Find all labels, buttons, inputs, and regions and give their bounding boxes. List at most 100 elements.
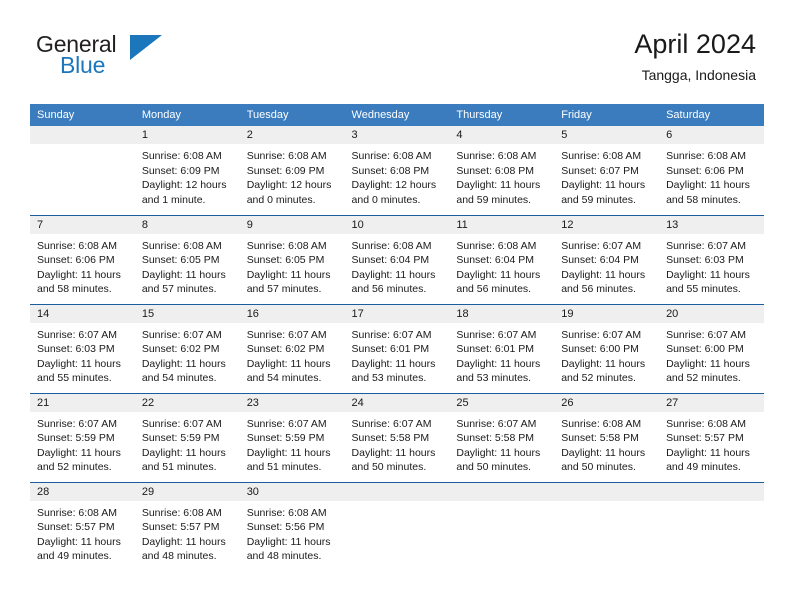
sunrise-text: Sunrise: 6:08 AM [561, 150, 642, 162]
day-details: Sunrise: 6:08 AM Sunset: 6:08 PM Daylight:… [449, 144, 554, 207]
daylight-text-line1: Daylight: 11 hours [246, 357, 331, 370]
weekday-header-wednesday: Wednesday [344, 104, 450, 126]
title-block: April 2024 Tangga, Indonesia [634, 28, 756, 85]
day-number: 19 [554, 304, 660, 323]
day-number: 6 [659, 126, 764, 144]
day-cell-inner: 17 Sunrise: 6:07 AM Sunset: 6:01 PM Dayligh… [344, 304, 450, 393]
calendar-day-cell[interactable]: 7 Sunrise: 6:08 AM Sunset: 6:06 PM Daylight… [30, 214, 135, 304]
calendar-day-cell[interactable]: 2 Sunrise: 6:08 AM Sunset: 6:09 PM Daylight… [239, 126, 345, 215]
calendar-day-cell[interactable]: 30 Sunrise: 6:08 AM Sunset: 5:56 PM Dayligh… [239, 481, 345, 571]
calendar-day-cell[interactable]: 24 Sunrise: 6:07 AM Sunset: 5:58 PM Dayligh… [344, 392, 450, 482]
day-cell-inner [659, 482, 764, 572]
day-cell-inner: 1 Sunrise: 6:08 AM Sunset: 6:09 PM Daylight… [134, 126, 240, 215]
sunrise-text: Sunrise: 6:07 AM [37, 417, 117, 430]
day-number [554, 482, 660, 501]
day-details: Sunrise: 6:08 AM Sunset: 6:09 PM Daylight:… [240, 144, 345, 207]
calendar-day-cell[interactable]: 3 Sunrise: 6:08 AM Sunset: 6:08 PM Daylight… [344, 126, 450, 215]
day-cell-inner: 27 Sunrise: 6:08 AM Sunset: 5:57 PM Dayligh… [659, 393, 764, 482]
daylight-text-line1: Daylight: 11 hours [666, 268, 750, 281]
day-number [30, 126, 135, 144]
day-details: Sunrise: 6:08 AM Sunset: 6:08 PM Daylight:… [345, 144, 450, 207]
sunset-text: Sunset: 6:04 PM [351, 254, 430, 267]
calendar-day-cell[interactable]: 11 Sunrise: 6:08 AM Sunset: 6:04 PM Dayligh… [449, 214, 555, 304]
daylight-text-line2: and 56 minutes. [351, 283, 427, 296]
sunset-text: Sunset: 6:00 PM [561, 343, 639, 356]
calendar-day-cell[interactable]: 6 Sunrise: 6:08 AM Sunset: 6:06 PM Daylight… [659, 126, 764, 215]
sunset-text: Sunset: 6:08 PM [351, 164, 430, 177]
calendar-day-cell[interactable]: 14 Sunrise: 6:07 AM Sunset: 6:03 PM Dayligh… [30, 303, 135, 393]
daylight-text-line2: and 0 minutes. [351, 193, 421, 206]
day-number: 17 [344, 304, 450, 323]
daylight-text-line1: Daylight: 11 hours [37, 357, 121, 370]
calendar-day-cell[interactable]: 16 Sunrise: 6:07 AM Sunset: 6:02 PM Dayligh… [239, 303, 345, 393]
sunset-text: Sunset: 6:03 PM [37, 343, 115, 356]
daylight-text-line2: and 52 minutes. [37, 461, 112, 474]
daylight-text-line2: and 50 minutes. [351, 461, 427, 474]
calendar-day-cell[interactable]: 8 Sunrise: 6:08 AM Sunset: 6:05 PM Daylight… [134, 214, 240, 304]
sunset-text: Sunset: 5:57 PM [37, 521, 115, 534]
day-details: Sunrise: 6:08 AM Sunset: 5:57 PM Daylight:… [135, 501, 240, 564]
day-details: Sunrise: 6:07 AM Sunset: 5:59 PM Daylight:… [240, 412, 345, 475]
sunrise-text: Sunrise: 6:07 AM [561, 239, 642, 252]
sunrise-text: Sunrise: 6:07 AM [141, 328, 222, 341]
day-number: 3 [344, 126, 450, 144]
day-details: Sunrise: 6:07 AM Sunset: 6:00 PM Daylight:… [554, 323, 659, 386]
sunset-text: Sunset: 6:00 PM [666, 343, 744, 356]
calendar-day-cell[interactable]: 12 Sunrise: 6:07 AM Sunset: 6:04 PM Dayligh… [554, 214, 660, 304]
daylight-text-line1: Daylight: 11 hours [246, 446, 331, 459]
day-details: Sunrise: 6:08 AM Sunset: 5:56 PM Daylight:… [240, 501, 345, 564]
calendar-day-cell[interactable]: 15 Sunrise: 6:07 AM Sunset: 6:02 PM Dayligh… [134, 303, 240, 393]
calendar-day-cell[interactable]: 21 Sunrise: 6:07 AM Sunset: 5:59 PM Dayligh… [30, 392, 135, 482]
sunrise-text: Sunrise: 6:08 AM [246, 506, 327, 519]
day-details: Sunrise: 6:08 AM Sunset: 6:04 PM Daylight:… [449, 234, 554, 297]
day-details: Sunrise: 6:08 AM Sunset: 6:06 PM Daylight:… [659, 144, 764, 207]
day-number: 12 [554, 215, 660, 234]
calendar-day-cell[interactable]: 1 Sunrise: 6:08 AM Sunset: 6:09 PM Daylight… [134, 126, 240, 215]
calendar-day-cell[interactable]: 10 Sunrise: 6:08 AM Sunset: 6:04 PM Dayligh… [344, 214, 450, 304]
day-number: 20 [659, 304, 764, 323]
day-details: Sunrise: 6:08 AM Sunset: 6:09 PM Daylight:… [135, 144, 240, 207]
sunset-text: Sunset: 6:04 PM [561, 254, 639, 267]
calendar-day-cell[interactable]: 26 Sunrise: 6:08 AM Sunset: 5:58 PM Dayligh… [554, 392, 660, 482]
calendar-day-cell[interactable]: 19 Sunrise: 6:07 AM Sunset: 6:00 PM Dayligh… [554, 303, 660, 393]
sunset-text: Sunset: 6:06 PM [666, 164, 744, 177]
daylight-text-line1: Daylight: 12 hours [141, 179, 227, 192]
calendar-day-cell[interactable]: 4 Sunrise: 6:08 AM Sunset: 6:08 PM Daylight… [449, 126, 555, 215]
calendar-empty-cell [449, 481, 555, 571]
day-number: 10 [344, 215, 450, 234]
day-number: 15 [134, 304, 240, 323]
sunrise-sunset-calendar: Sunday Monday Tuesday Wednesday Thursday… [30, 104, 764, 571]
day-cell-inner: 28 Sunrise: 6:08 AM Sunset: 5:57 PM Dayligh… [30, 482, 135, 572]
day-cell-inner: 26 Sunrise: 6:08 AM Sunset: 5:58 PM Dayligh… [554, 393, 660, 482]
calendar-week-row: 14 Sunrise: 6:07 AM Sunset: 6:03 PM Dayligh… [30, 303, 764, 393]
calendar-day-cell[interactable]: 13 Sunrise: 6:07 AM Sunset: 6:03 PM Dayligh… [659, 214, 764, 304]
day-details: Sunrise: 6:07 AM Sunset: 5:59 PM Daylight:… [30, 412, 135, 475]
calendar-day-cell[interactable]: 27 Sunrise: 6:08 AM Sunset: 5:57 PM Dayligh… [659, 392, 764, 482]
daylight-text-line1: Daylight: 11 hours [666, 179, 750, 192]
calendar-day-cell[interactable]: 20 Sunrise: 6:07 AM Sunset: 6:00 PM Dayligh… [659, 303, 764, 393]
calendar-day-cell[interactable]: 18 Sunrise: 6:07 AM Sunset: 6:01 PM Dayligh… [449, 303, 555, 393]
calendar-day-cell[interactable]: 29 Sunrise: 6:08 AM Sunset: 5:57 PM Dayligh… [134, 481, 240, 571]
day-details: Sunrise: 6:08 AM Sunset: 6:07 PM Daylight:… [554, 144, 659, 207]
daylight-text-line2: and 56 minutes. [456, 283, 532, 296]
calendar-day-cell[interactable]: 17 Sunrise: 6:07 AM Sunset: 6:01 PM Dayligh… [344, 303, 450, 393]
calendar-day-cell[interactable]: 28 Sunrise: 6:08 AM Sunset: 5:57 PM Dayligh… [30, 481, 135, 572]
calendar-week-row: 28 Sunrise: 6:08 AM Sunset: 5:57 PM Dayligh… [30, 481, 764, 572]
calendar-day-cell[interactable]: 9 Sunrise: 6:08 AM Sunset: 6:05 PM Daylight… [239, 214, 345, 304]
day-cell-inner: 14 Sunrise: 6:07 AM Sunset: 6:03 PM Dayligh… [30, 304, 135, 393]
calendar-day-cell[interactable]: 23 Sunrise: 6:07 AM Sunset: 5:59 PM Dayligh… [239, 392, 345, 482]
calendar-day-cell[interactable]: 25 Sunrise: 6:07 AM Sunset: 5:58 PM Dayligh… [449, 392, 555, 482]
daylight-text-line1: Daylight: 11 hours [351, 268, 436, 281]
sunrise-text: Sunrise: 6:08 AM [141, 239, 222, 252]
day-details: Sunrise: 6:08 AM Sunset: 6:04 PM Daylight:… [345, 234, 450, 297]
day-details: Sunrise: 6:07 AM Sunset: 5:58 PM Daylight:… [449, 412, 554, 475]
day-details: Sunrise: 6:07 AM Sunset: 6:02 PM Daylight:… [135, 323, 240, 386]
calendar-day-cell[interactable]: 22 Sunrise: 6:07 AM Sunset: 5:59 PM Dayligh… [134, 392, 240, 482]
calendar-day-cell[interactable]: 5 Sunrise: 6:08 AM Sunset: 6:07 PM Daylight… [554, 126, 660, 215]
daylight-text-line1: Daylight: 12 hours [351, 179, 437, 192]
daylight-text-line2: and 54 minutes. [141, 372, 217, 385]
weekday-header-thursday: Thursday [449, 104, 555, 126]
day-number: 27 [659, 393, 764, 412]
daylight-text-line2: and 53 minutes. [456, 372, 532, 385]
sunrise-text: Sunrise: 6:07 AM [351, 328, 432, 341]
